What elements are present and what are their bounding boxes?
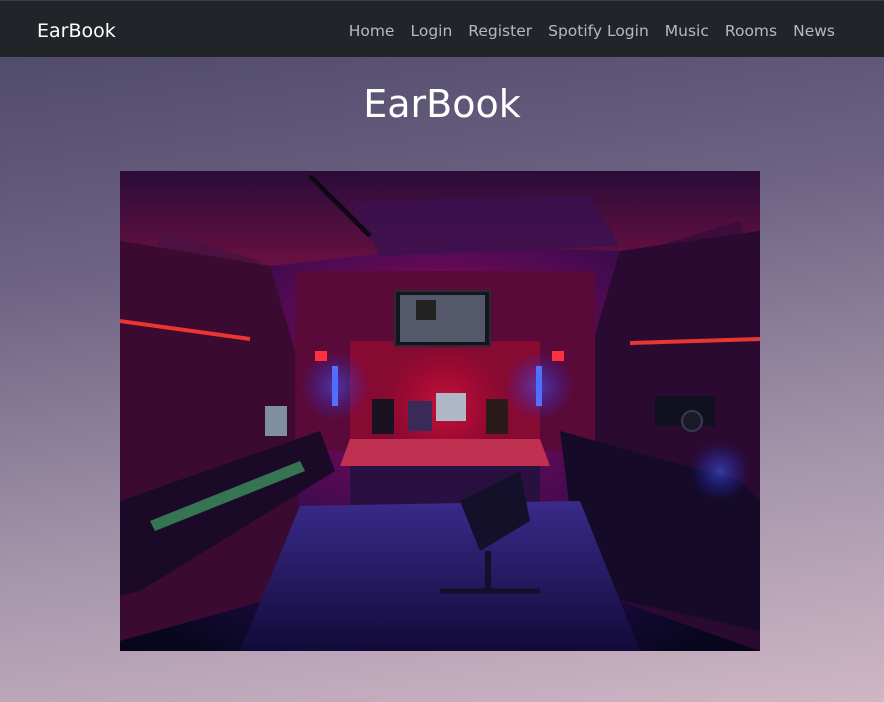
nav-link-home[interactable]: Home — [349, 21, 395, 41]
nav-link-rooms[interactable]: Rooms — [725, 21, 777, 41]
nav-link-spotify-login[interactable]: Spotify Login — [548, 21, 649, 41]
nav-link-music[interactable]: Music — [665, 21, 709, 41]
hero-image-music-studio — [120, 171, 760, 651]
brand-link[interactable]: EarBook — [37, 19, 116, 43]
nav-link-news[interactable]: News — [793, 21, 835, 41]
nav-links: Home Login Register Spotify Login Music … — [349, 21, 835, 41]
top-navbar: EarBook Home Login Register Spotify Logi… — [0, 0, 884, 57]
studio-illustration — [120, 171, 760, 651]
nav-link-login[interactable]: Login — [410, 21, 452, 41]
nav-link-register[interactable]: Register — [468, 21, 532, 41]
page-title: EarBook — [363, 82, 521, 126]
